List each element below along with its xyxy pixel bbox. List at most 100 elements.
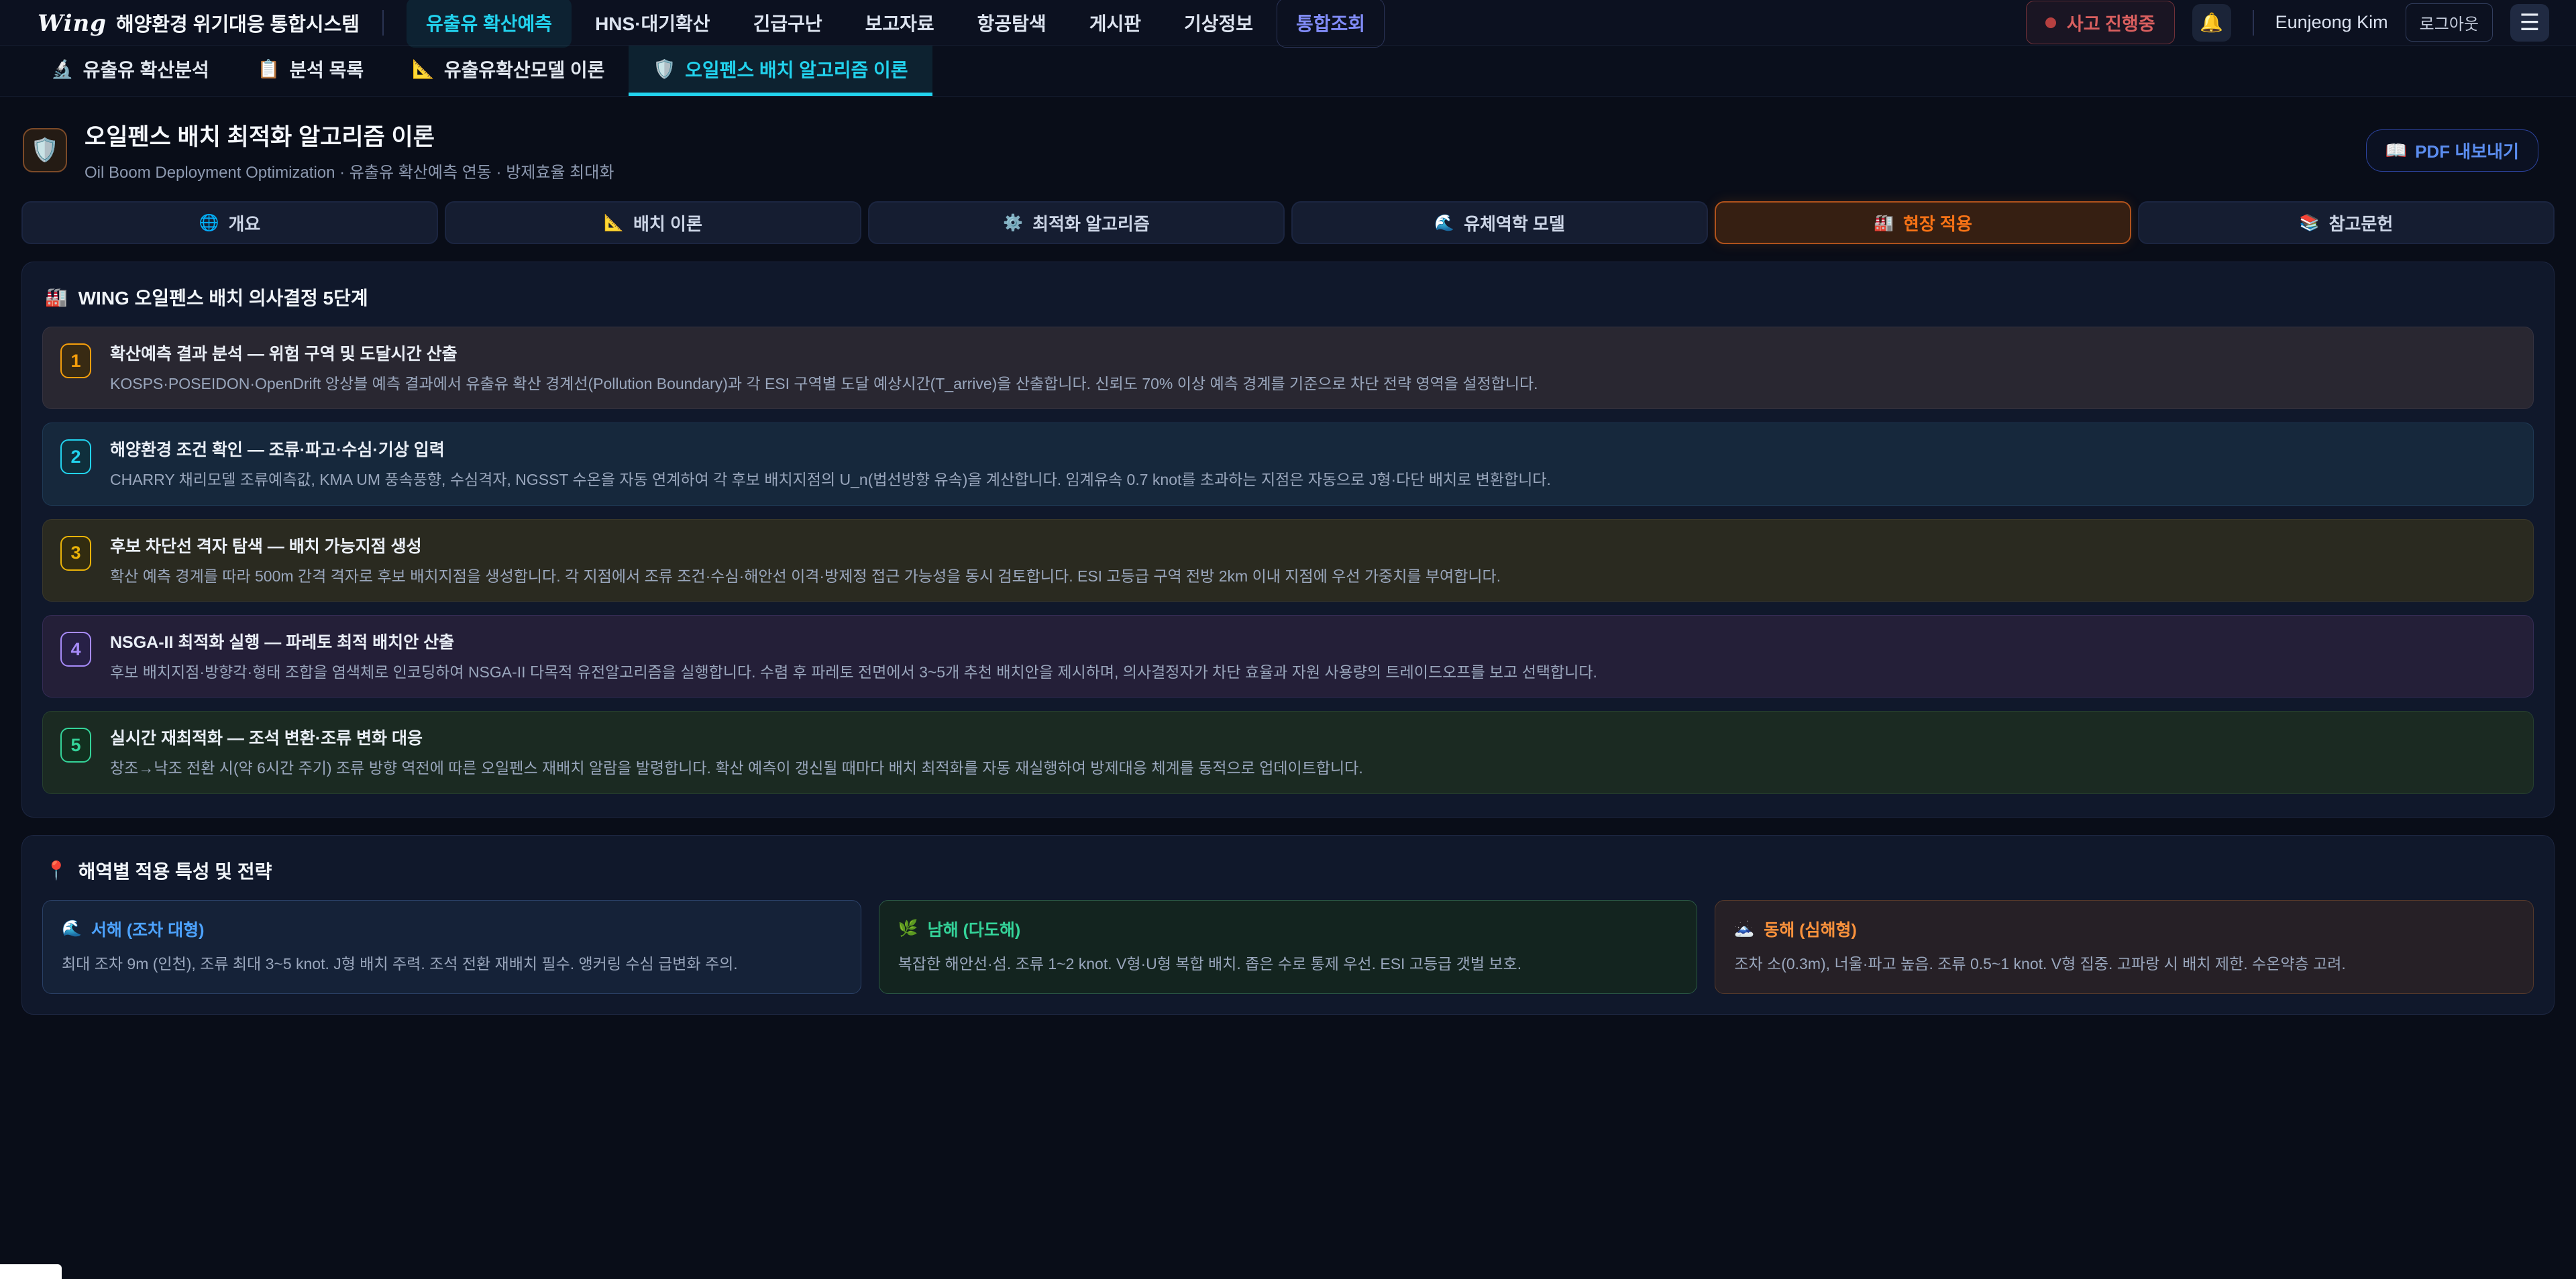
nav-item[interactable]: 게시판: [1070, 0, 1161, 48]
step-text-block: 후보 차단선 격자 탐색 — 배치 가능지점 생성 확산 예측 경계를 따라 5…: [110, 533, 1501, 588]
step-title: 후보 차단선 격자 탐색 — 배치 가능지점 생성: [110, 533, 1501, 557]
nav-item-label: 통합조회: [1296, 13, 1365, 34]
sub-tab[interactable]: 📐 유출유확산모델 이론: [388, 46, 629, 96]
top-header: Wing 해양환경 위기대응 통합시스템 유출유 확산예측 HNS·대기확산 긴…: [0, 0, 2576, 46]
step-row: 3 후보 차단선 격자 탐색 — 배치 가능지점 생성 확산 예측 경계를 따라…: [42, 519, 2534, 602]
region-card-title-row: 🗻 동해 (심해형): [1734, 917, 2514, 941]
step-number-badge: 4: [60, 632, 91, 667]
regions-section-header: 📍 해역별 적용 특성 및 전략: [45, 857, 2534, 884]
main-nav: 유출유 확산예측 HNS·대기확산 긴급구난 보고자료 항공탐색 게시판 기: [407, 0, 1385, 48]
nav-item-label: 긴급구난: [753, 13, 822, 34]
section-tab-icon: 🌐: [199, 213, 219, 233]
step-description: 후보 배치지점·방향각·형태 조합을 염색체로 인코딩하여 NSGA-II 다목…: [110, 661, 1597, 683]
page-title-block: 오일펜스 배치 최적화 알고리즘 이론 Oil Boom Deployment …: [85, 118, 614, 182]
section-tab-icon: ⚙️: [1003, 213, 1023, 233]
steps-list: 1 확산예측 결과 분석 — 위험 구역 및 도달시간 산출 KOSPS·POS…: [42, 327, 2534, 794]
step-description: 확산 예측 경계를 따라 500m 간격 격자로 후보 배치지점을 생성합니다.…: [110, 565, 1501, 588]
sub-tab-icon: 🛡️: [653, 58, 676, 80]
section-tab[interactable]: 🌊 유체역학 모델: [1291, 201, 1708, 244]
header-right: 사고 진행중 🔔 Eunjeong Kim 로그아웃 ☰: [2026, 1, 2549, 44]
decision-steps-card: 🏭 WING 오일펜스 배치 의사결정 5단계 1 확산예측 결과 분석 — 위…: [21, 262, 2555, 818]
steps-section-header: 🏭 WING 오일펜스 배치 의사결정 5단계: [45, 284, 2534, 311]
section-tab-label: 배치 이론: [633, 211, 702, 235]
region-title: 서해 (조차 대형): [91, 917, 205, 941]
pdf-export-button[interactable]: 📖 PDF 내보내기: [2366, 129, 2538, 172]
nav-item[interactable]: 유출유 확산예측: [407, 0, 572, 48]
nav-item[interactable]: 기상정보: [1165, 0, 1273, 48]
step-description: 창조→낙조 전환 시(약 6시간 주기) 조류 방향 역전에 따른 오일펜스 재…: [110, 757, 1363, 779]
menu-button[interactable]: ☰: [2510, 4, 2549, 42]
sub-tab-label: 유출유확산모델 이론: [444, 56, 605, 82]
region-icon: 🗻: [1734, 919, 1754, 938]
app-title: 해양환경 위기대응 통합시스템: [116, 9, 360, 37]
incident-dot-icon: [2045, 17, 2056, 28]
section-tab-icon: 📚: [2300, 213, 2320, 233]
sub-tab-icon: 🔬: [51, 58, 74, 80]
shield-icon: 🛡️: [23, 128, 67, 172]
region-description: 최대 조차 9m (인천), 조류 최대 3~5 knot. J형 배치 주력.…: [62, 953, 842, 975]
sub-tab-icon: 📐: [412, 58, 435, 80]
incident-status-badge: 사고 진행중: [2026, 1, 2175, 44]
nav-item[interactable]: 항공탐색: [958, 0, 1066, 48]
section-tab-icon: 🌊: [1434, 213, 1454, 233]
nav-item[interactable]: 보고자료: [846, 0, 954, 48]
sub-tab[interactable]: 📋 분석 목록: [233, 46, 388, 96]
section-tab[interactable]: 🏭 현장 적용: [1715, 201, 2131, 244]
step-text-block: NSGA-II 최적화 실행 — 파레토 최적 배치안 산출 후보 배치지점·방…: [110, 629, 1597, 683]
factory-icon: 🏭: [45, 286, 68, 308]
notifications-button[interactable]: 🔔: [2192, 4, 2231, 42]
step-title: 확산예측 결과 분석 — 위험 구역 및 도달시간 산출: [110, 341, 1538, 365]
step-number-badge: 1: [60, 343, 91, 378]
user-name: Eunjeong Kim: [2275, 12, 2388, 33]
sub-tab[interactable]: 🔬 유출유 확산분석: [27, 46, 233, 96]
step-description: KOSPS·POSEIDON·OpenDrift 앙상블 예측 결과에서 유출유…: [110, 373, 1538, 395]
region-card-title-row: 🌿 남해 (다도해): [898, 917, 1678, 941]
step-number-badge: 2: [60, 439, 91, 474]
step-description: CHARRY 채리모델 조류예측값, KMA UM 풍속풍향, 수심격자, NG…: [110, 469, 1551, 491]
book-icon: 📖: [2385, 140, 2407, 161]
sub-tab-bar: 🔬 유출유 확산분석 📋 분석 목록 📐 유출유확산모델 이론 🛡️ 오일펜스 …: [0, 46, 2576, 97]
step-text-block: 확산예측 결과 분석 — 위험 구역 및 도달시간 산출 KOSPS·POSEI…: [110, 341, 1538, 395]
header-divider: [382, 10, 384, 36]
step-row: 4 NSGA-II 최적화 실행 — 파레토 최적 배치안 산출 후보 배치지점…: [42, 615, 2534, 698]
nav-item[interactable]: 통합조회: [1277, 0, 1385, 48]
steps-section-title: WING 오일펜스 배치 의사결정 5단계: [78, 284, 368, 311]
step-title: NSGA-II 최적화 실행 — 파레토 최적 배치안 산출: [110, 629, 1597, 653]
step-row: 2 해양환경 조건 확인 — 조류·파고·수심·기상 입력 CHARRY 채리모…: [42, 423, 2534, 505]
section-tab-icon: 🏭: [1874, 213, 1894, 233]
nav-item-label: 게시판: [1089, 13, 1141, 34]
logout-button[interactable]: 로그아웃: [2406, 3, 2493, 42]
section-tab-label: 참고문헌: [2329, 211, 2394, 235]
nav-item-label: 기상정보: [1184, 13, 1253, 34]
section-tab[interactable]: ⚙️ 최적화 알고리즘: [868, 201, 1285, 244]
step-title: 실시간 재최적화 — 조석 변환·조류 변화 대응: [110, 725, 1363, 749]
section-tab-label: 유체역학 모델: [1464, 211, 1565, 235]
shield-glyph: 🛡️: [31, 137, 59, 164]
bell-icon: 🔔: [2200, 11, 2223, 34]
sub-tab-label: 유출유 확산분석: [83, 56, 209, 82]
wing-logo-text: Wing: [38, 10, 107, 37]
sub-tab-icon: 📋: [258, 58, 280, 80]
header-divider: [2253, 10, 2254, 36]
nav-item[interactable]: HNS·대기확산: [576, 0, 729, 48]
section-tab[interactable]: 🌐 개요: [21, 201, 438, 244]
region-description: 조차 소(0.3m), 너울·파고 높음. 조류 0.5~1 knot. V형 …: [1734, 953, 2514, 975]
sub-tab-label: 오일펜스 배치 알고리즘 이론: [685, 56, 908, 82]
section-tab-label: 현장 적용: [1903, 211, 1972, 235]
section-tab[interactable]: 📚 참고문헌: [2138, 201, 2555, 244]
incident-badge-label: 사고 진행중: [2067, 9, 2155, 36]
pdf-export-label: PDF 내보내기: [2415, 138, 2519, 163]
step-title: 해양환경 조건 확인 — 조류·파고·수심·기상 입력: [110, 437, 1551, 461]
nav-item-label: 보고자료: [865, 13, 934, 34]
bottom-left-overlay: [0, 1264, 62, 1279]
region-description: 복잡한 해안선·섬. 조류 1~2 knot. V형·U형 복합 배치. 좁은 …: [898, 953, 1678, 975]
regions-section-title: 해역별 적용 특성 및 전략: [78, 857, 272, 884]
region-strategy-card: 📍 해역별 적용 특성 및 전략 🌊 서해 (조차 대형) 최대 조차 9m (…: [21, 835, 2555, 1015]
hamburger-icon: ☰: [2520, 9, 2540, 36]
step-row: 1 확산예측 결과 분석 — 위험 구역 및 도달시간 산출 KOSPS·POS…: [42, 327, 2534, 409]
region-title: 동해 (심해형): [1764, 917, 1857, 941]
sub-tab[interactable]: 🛡️ 오일펜스 배치 알고리즘 이론: [629, 46, 932, 96]
section-tab[interactable]: 📐 배치 이론: [445, 201, 861, 244]
nav-item[interactable]: 긴급구난: [734, 0, 842, 48]
region-icon: 🌊: [62, 919, 82, 938]
